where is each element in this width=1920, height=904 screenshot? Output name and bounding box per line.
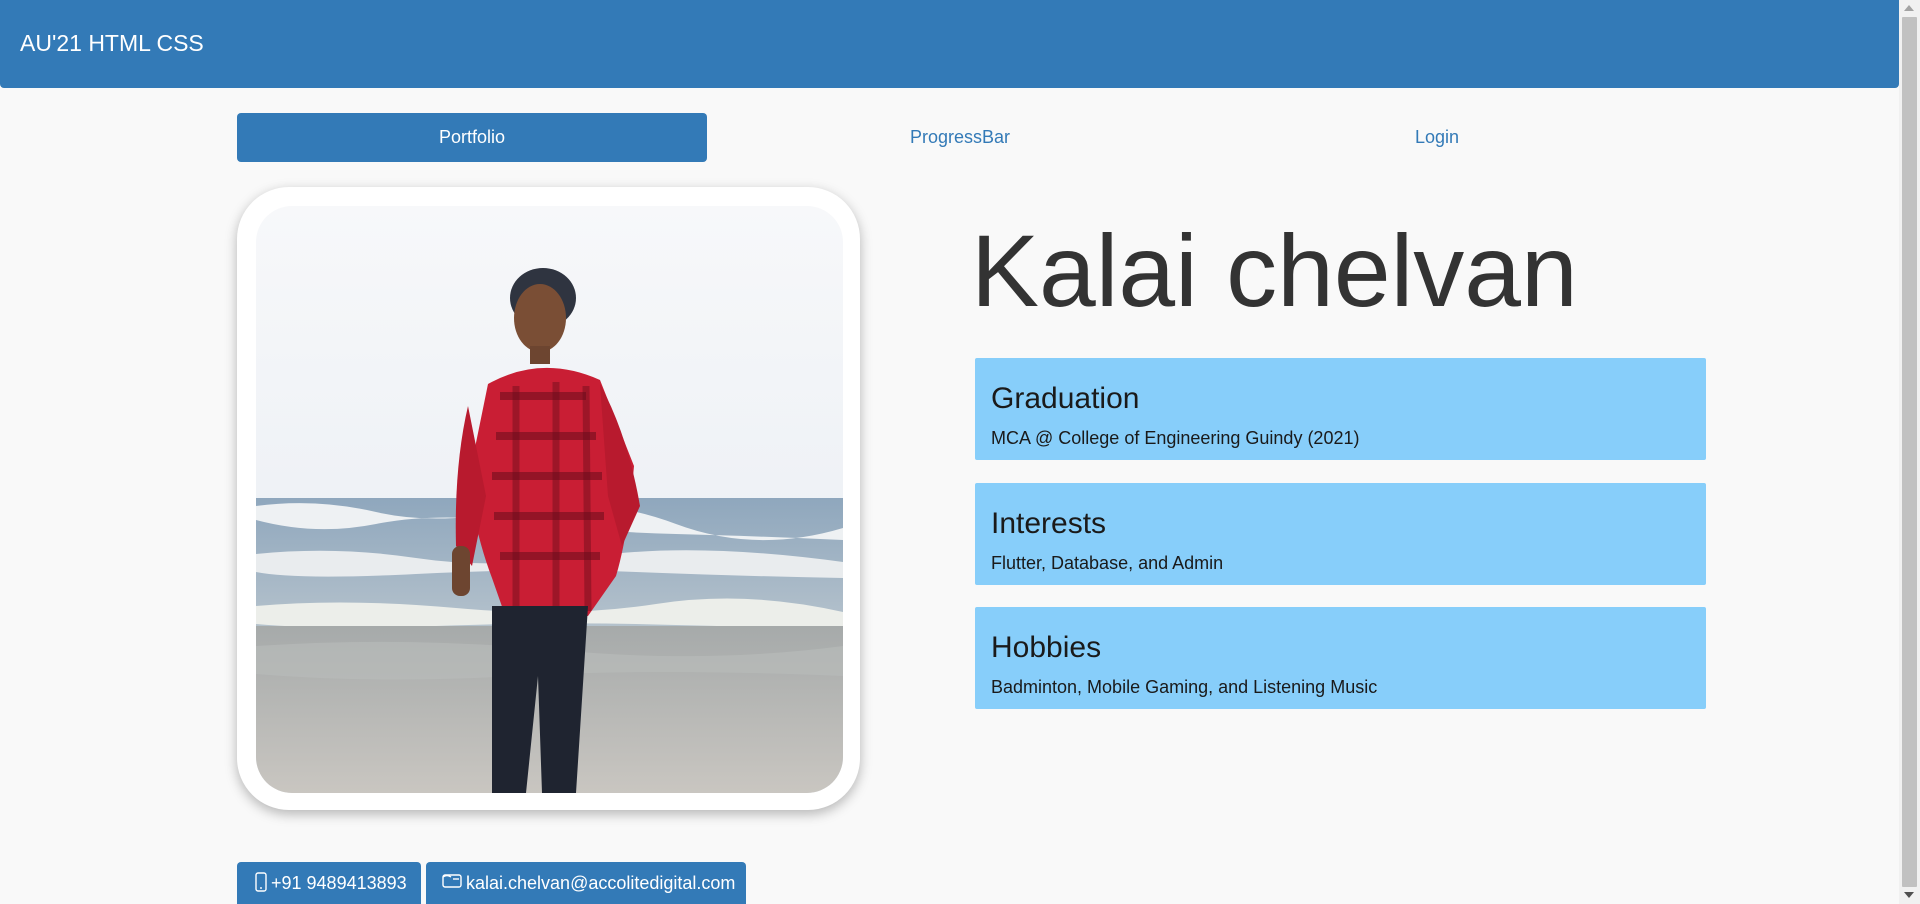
phone-button[interactable]: +91 9489413893 xyxy=(237,862,421,904)
card-description: Flutter, Database, and Admin xyxy=(991,553,1224,573)
nav-tab-label: Login xyxy=(1414,127,1460,147)
nav-tab-label: Portfolio xyxy=(438,127,506,147)
email-button[interactable]: kalai.chelvan@accolitedigital.com xyxy=(426,862,746,904)
brand-title[interactable]: AU'21 HTML CSS xyxy=(20,30,204,56)
card-title: Graduation xyxy=(991,382,1140,415)
email-address: kalai.chelvan@accolitedigital.com xyxy=(466,873,736,893)
nav-tab-portfolio[interactable]: Portfolio xyxy=(237,113,707,162)
profile-photo xyxy=(256,206,843,793)
scroll-thumb[interactable] xyxy=(1902,17,1917,887)
info-card-graduation: Graduation MCA @ College of Engineering … xyxy=(975,358,1706,460)
phone-icon xyxy=(255,872,267,897)
scroll-down-arrow-icon[interactable] xyxy=(1904,892,1914,898)
page: AU'21 HTML CSS Portfolio ProgressBar Log… xyxy=(0,0,1920,904)
info-card-hobbies: Hobbies Badminton, Mobile Gaming, and Li… xyxy=(975,607,1706,709)
card-description: MCA @ College of Engineering Guindy (202… xyxy=(991,428,1360,448)
phone-number: +91 9489413893 xyxy=(271,873,407,893)
profile-photo-frame xyxy=(237,187,860,810)
top-navbar: AU'21 HTML CSS xyxy=(0,0,1899,88)
nav-tab-label: ProgressBar xyxy=(909,127,1011,147)
info-card-interests: Interests Flutter, Database, and Admin xyxy=(975,483,1706,585)
nav-tab-login[interactable]: Login xyxy=(1202,113,1672,162)
vertical-scrollbar[interactable] xyxy=(1899,0,1920,904)
email-icon xyxy=(442,872,462,894)
profile-name: Kalai chelvan xyxy=(971,214,1578,328)
card-title: Interests xyxy=(991,507,1107,540)
scroll-up-arrow-icon[interactable] xyxy=(1904,5,1914,11)
card-title: Hobbies xyxy=(991,631,1102,664)
nav-tab-progressbar[interactable]: ProgressBar xyxy=(725,113,1195,162)
card-description: Badminton, Mobile Gaming, and Listening … xyxy=(991,677,1378,697)
